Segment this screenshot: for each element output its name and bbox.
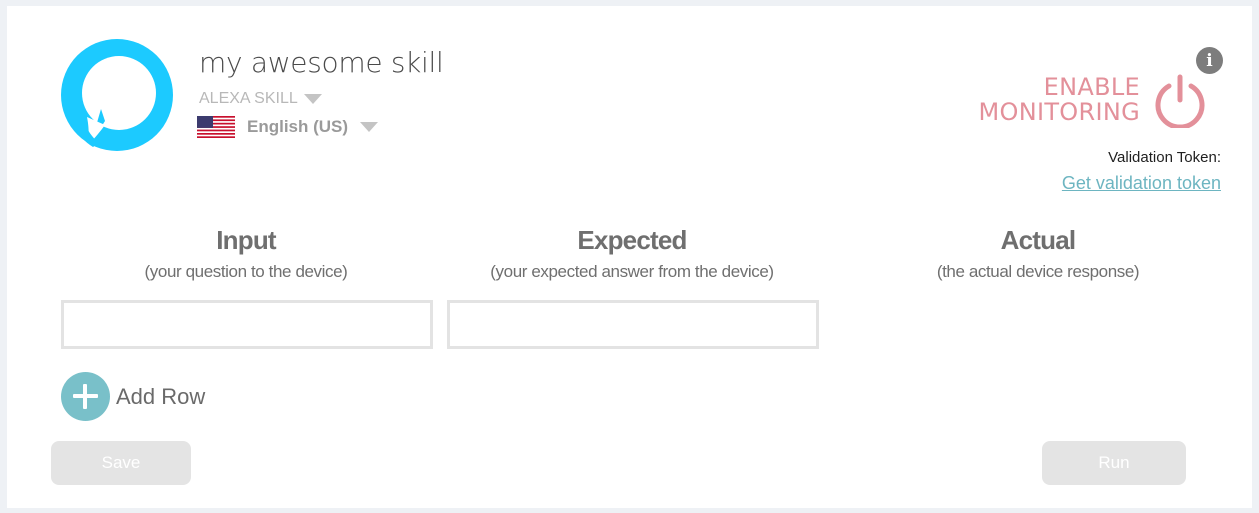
save-button[interactable]: Save [51, 441, 191, 485]
language-label: English (US) [247, 117, 349, 136]
enable-monitoring-toggle[interactable]: ENABLE MONITORING [979, 72, 1208, 128]
column-subtitle: (the actual device response) [936, 262, 1140, 281]
input-field[interactable] [61, 300, 433, 349]
language-dropdown[interactable]: English (US) [197, 116, 379, 138]
column-header-input: Input (your question to the device) [61, 225, 431, 282]
column-header-expected: Expected (your expected answer from the … [447, 225, 817, 282]
skill-type-dropdown[interactable]: ALEXA SKILL [199, 90, 322, 108]
column-title: Input [216, 225, 276, 255]
us-flag-icon [197, 116, 235, 138]
column-subtitle: (your question to the device) [144, 262, 348, 281]
chevron-down-icon [360, 122, 379, 132]
chevron-down-icon [303, 94, 322, 104]
skill-type-label: ALEXA SKILL [199, 90, 298, 107]
power-icon [1155, 74, 1205, 128]
column-subtitle: (your expected answer from the device) [490, 262, 774, 281]
enable-monitoring-label: ENABLE MONITORING [978, 73, 1140, 126]
run-button[interactable]: Run [1042, 441, 1186, 485]
skill-name: my awesome skill [199, 46, 444, 79]
column-header-actual: Actual (the actual device response) [853, 225, 1223, 282]
test-panel: my awesome skill ALEXA SKILL English (US… [7, 6, 1252, 508]
validation-token-label: Validation Token: [1108, 149, 1221, 166]
expected-field[interactable] [447, 300, 819, 349]
alexa-logo-icon [61, 39, 173, 151]
plus-icon [61, 372, 110, 421]
get-validation-token-link[interactable]: Get validation token [1062, 173, 1221, 194]
add-row-label: Add Row [116, 383, 206, 409]
add-row-button[interactable]: Add Row [61, 372, 205, 421]
info-icon[interactable]: i [1196, 47, 1223, 74]
column-title: Actual [1000, 225, 1076, 255]
column-title: Expected [577, 225, 687, 255]
